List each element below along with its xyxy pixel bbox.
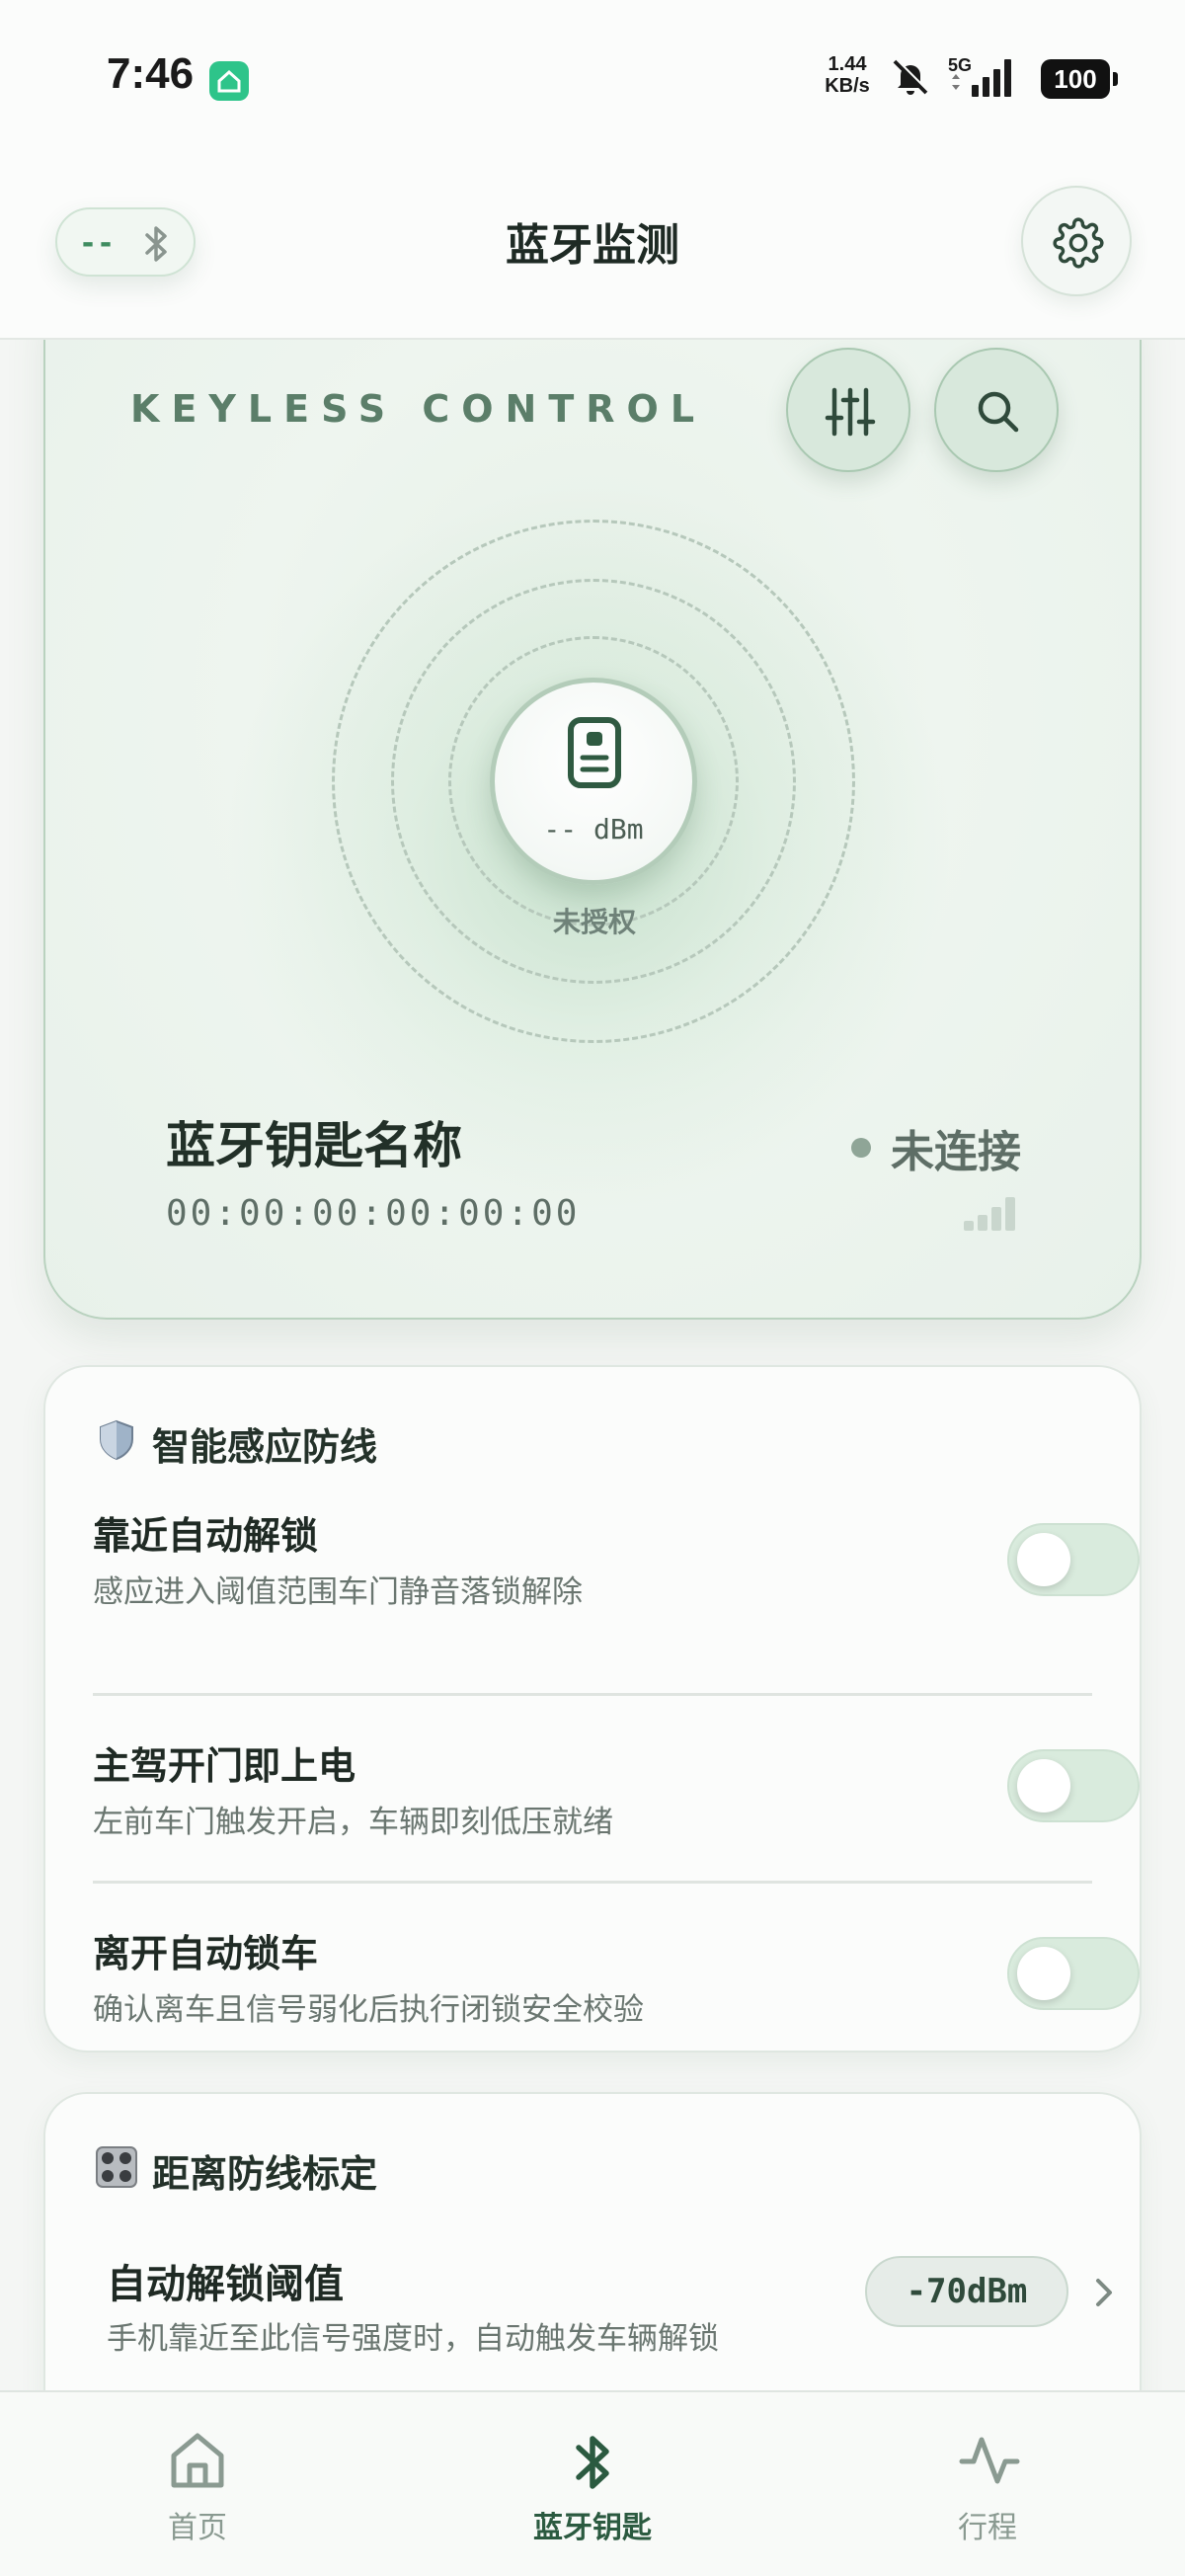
unlock-threshold-row[interactable]: 自动解锁阈值 手机靠近至此信号强度时，自动触发车辆解锁 -70dBm (107, 2252, 1112, 2380)
signal-strength-icon (964, 1197, 1015, 1231)
nav-item-home[interactable]: 首页 (79, 2392, 316, 2576)
toggle-knob (1017, 1533, 1070, 1586)
nav-label-trip: 行程 (958, 2511, 1017, 2545)
shield-icon (95, 1418, 138, 1462)
connection-status: 未连接 (891, 1127, 1021, 1177)
setting-description: 左前车门触发开启，车辆即刻低压就绪 (93, 1805, 613, 1840)
bell-off-icon (893, 58, 929, 95)
device-name: 蓝牙钥匙名称 (166, 1117, 462, 1174)
app-bar: -- 蓝牙监测 (0, 158, 1185, 340)
auto-unlock-toggle[interactable] (1007, 1523, 1140, 1596)
setting-row-auto-unlock: 靠近自动解锁 感应进入阈值范围车门静音落锁解除 (93, 1505, 1140, 1693)
setting-title: 离开自动锁车 (93, 1932, 319, 1975)
app-notification-icon (209, 61, 249, 101)
nav-label-bluetooth-key: 蓝牙钥匙 (533, 2511, 652, 2545)
threshold-title: 自动解锁阈值 (107, 2262, 344, 2307)
setting-row-auto-lock: 离开自动锁车 确认离车且信号弱化后执行闭锁安全校验 (93, 1881, 1140, 2068)
search-button[interactable] (934, 348, 1059, 472)
activity-icon (959, 2437, 1020, 2484)
page-title: 蓝牙监测 (506, 220, 679, 271)
status-bar: 7:46 1.44 KB/s 5G 100 (0, 0, 1185, 158)
chevron-right-icon (1096, 2279, 1112, 2306)
net-speed-value: 1.44 (828, 53, 867, 75)
authorization-status: 未授权 (552, 906, 636, 938)
setting-title: 主驾开门即上电 (93, 1744, 356, 1788)
nav-label-home: 首页 (168, 2511, 227, 2545)
auto-lock-toggle[interactable] (1007, 1937, 1140, 2010)
keyless-heading: KEYLESS CONTROL (130, 387, 707, 431)
device-mac-address: 00:00:00:00:00:00 (166, 1193, 581, 1234)
nav-item-bluetooth-key[interactable]: 蓝牙钥匙 (474, 2392, 711, 2576)
control-knobs-icon (95, 2145, 138, 2189)
filter-button[interactable] (786, 348, 910, 472)
setting-description: 确认离车且信号弱化后执行闭锁安全校验 (93, 1992, 644, 2028)
settings-button[interactable] (1021, 186, 1132, 296)
setting-row-door-power-on: 主驾开门即上电 左前车门触发开启，车辆即刻低压就绪 (93, 1693, 1140, 1881)
keyless-control-card: KEYLESS CONTROL -- dBm 未授权 蓝牙钥匙名称 00:00:… (43, 296, 1142, 1320)
nav-item-trip[interactable]: 行程 (869, 2392, 1106, 2576)
smart-defense-card: 智能感应防线 靠近自动解锁 感应进入阈值范围车门静音落锁解除 主驾开门即上电 左… (43, 1365, 1142, 2053)
key-signal-indicator[interactable]: -- dBm (490, 678, 697, 885)
threshold-description: 手机靠近至此信号强度时，自动触发车辆解锁 (107, 2321, 719, 2357)
toggle-knob (1017, 1947, 1070, 2000)
bottom-navigation: 首页 蓝牙钥匙 行程 (0, 2390, 1185, 2576)
cellular-signal-icon: 5G (948, 53, 1031, 105)
network-type: 5G (948, 55, 972, 75)
threshold-value-badge[interactable]: -70dBm (865, 2256, 1068, 2327)
setting-description: 感应进入阈值范围车门静音落锁解除 (93, 1574, 583, 1610)
connection-dot (851, 1138, 871, 1158)
setting-title: 靠近自动解锁 (93, 1514, 319, 1558)
toggle-knob (1017, 1759, 1070, 1812)
sliders-icon (825, 387, 876, 437)
key-card-icon (568, 717, 621, 788)
door-power-on-toggle[interactable] (1007, 1749, 1140, 1822)
net-speed: 1.44 KB/s (818, 53, 877, 97)
status-time: 7:46 (107, 49, 195, 98)
gear-icon (1053, 217, 1104, 269)
smart-defense-title: 智能感应防线 (152, 1425, 378, 1469)
rssi-value: -- dBm (543, 813, 644, 845)
battery-icon: 100 (1041, 59, 1118, 99)
net-speed-unit: KB/s (825, 75, 870, 97)
bluetooth-icon (576, 2436, 609, 2489)
distance-calibration-title: 距离防线标定 (152, 2152, 378, 2196)
search-icon (978, 391, 1019, 433)
home-icon (171, 2433, 224, 2488)
